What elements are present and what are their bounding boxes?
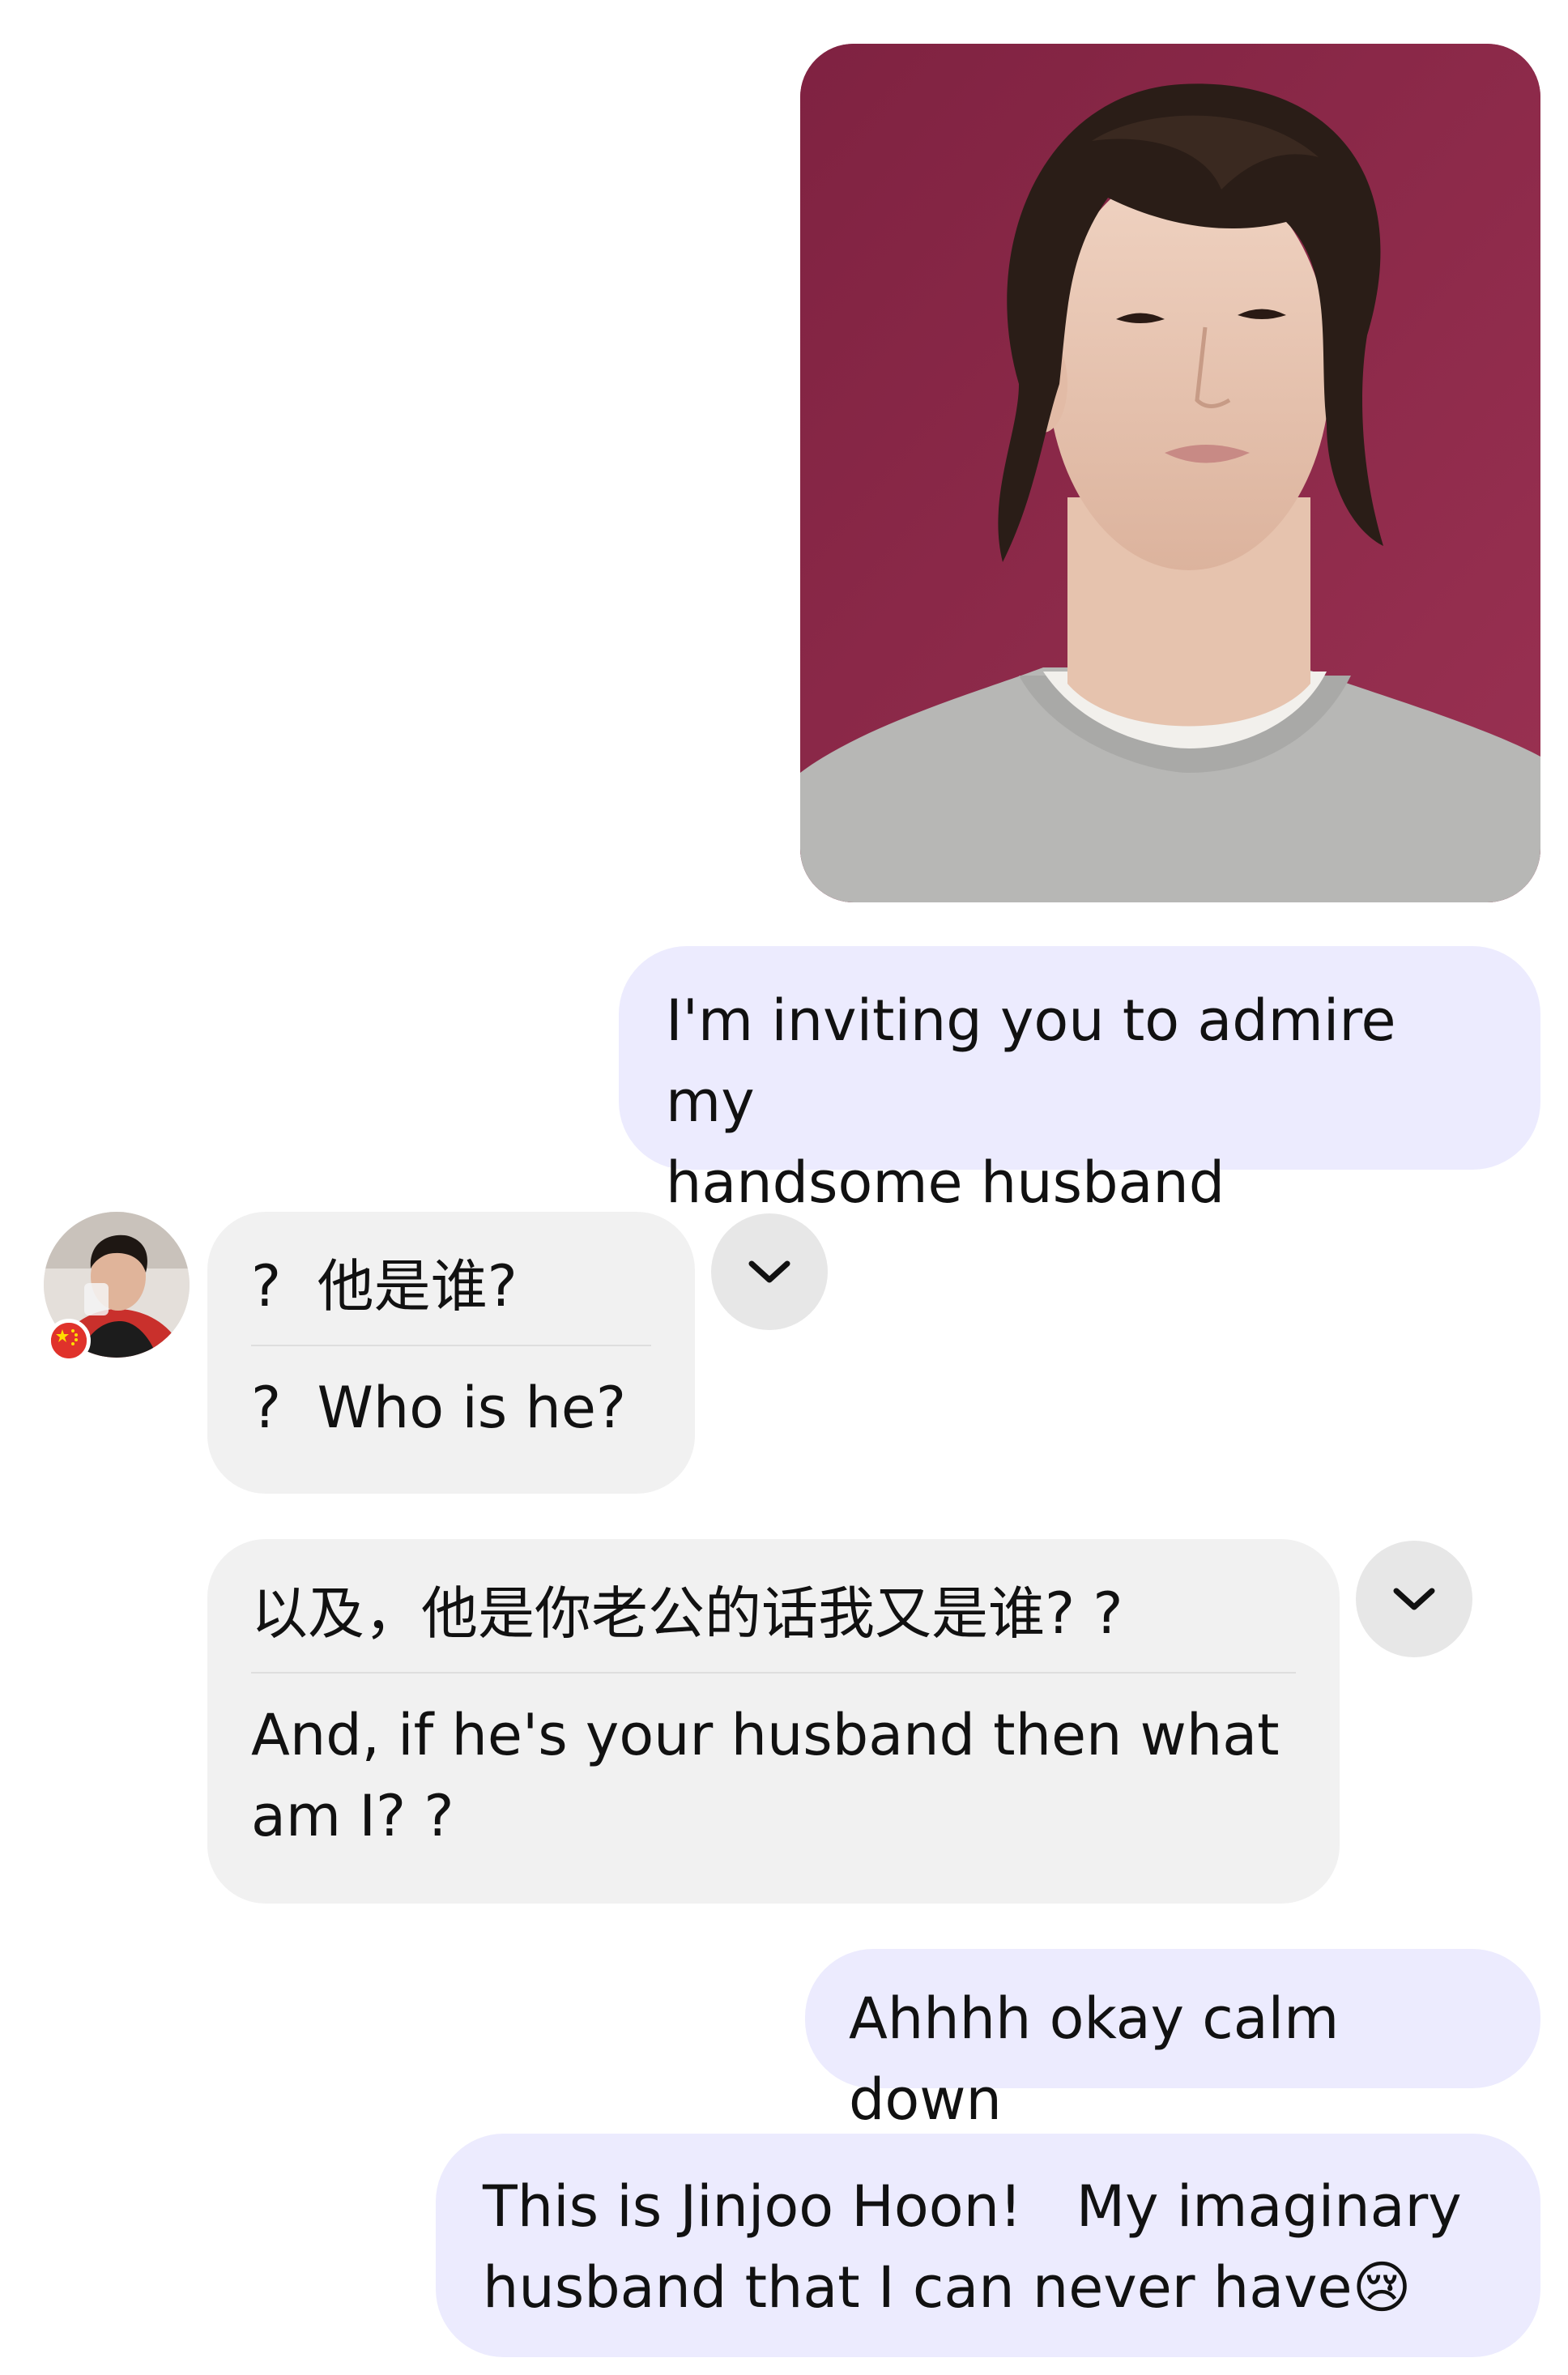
original-text: 以及，他是你老公的话我又是谁? ?: [251, 1580, 1123, 1647]
chevron-down-icon: [748, 1260, 790, 1283]
message-text: Ahhhh okay calm down: [849, 1985, 1357, 2133]
photo-icon: [800, 44, 1540, 902]
message-text: I'm inviting you to admire my handsome h…: [666, 987, 1396, 1216]
outgoing-message[interactable]: I'm inviting you to admire my handsome h…: [619, 946, 1540, 1216]
translated-text: And, if he's your husband then what am I…: [251, 1702, 1280, 1849]
translation-divider: [251, 1672, 1296, 1674]
translation-divider: [251, 1345, 651, 1346]
chevron-down-icon: [1393, 1588, 1435, 1610]
incoming-translated-message[interactable]: ? 他是谁? ? Who is he?: [207, 1212, 695, 1494]
outgoing-message[interactable]: Ahhhh okay calm down: [805, 1949, 1540, 2133]
chat-thread: I'm inviting you to admire my handsome h…: [0, 0, 1568, 2375]
incoming-translated-message[interactable]: 以及，他是你老公的话我又是谁? ? And, if he's your husb…: [207, 1539, 1340, 1904]
translation-toggle-button[interactable]: [1356, 1541, 1472, 1657]
original-text: ? 他是谁?: [251, 1253, 518, 1320]
china-flag-icon: [47, 1319, 91, 1362]
outgoing-message[interactable]: This is Jinjoo Hoon! My imaginary husban…: [436, 2134, 1540, 2357]
photo-message[interactable]: [800, 44, 1540, 902]
translation-toggle-button[interactable]: [711, 1213, 828, 1330]
message-text: This is Jinjoo Hoon! My imaginary husban…: [483, 2173, 1462, 2321]
translated-text: ? Who is he?: [251, 1375, 627, 1441]
